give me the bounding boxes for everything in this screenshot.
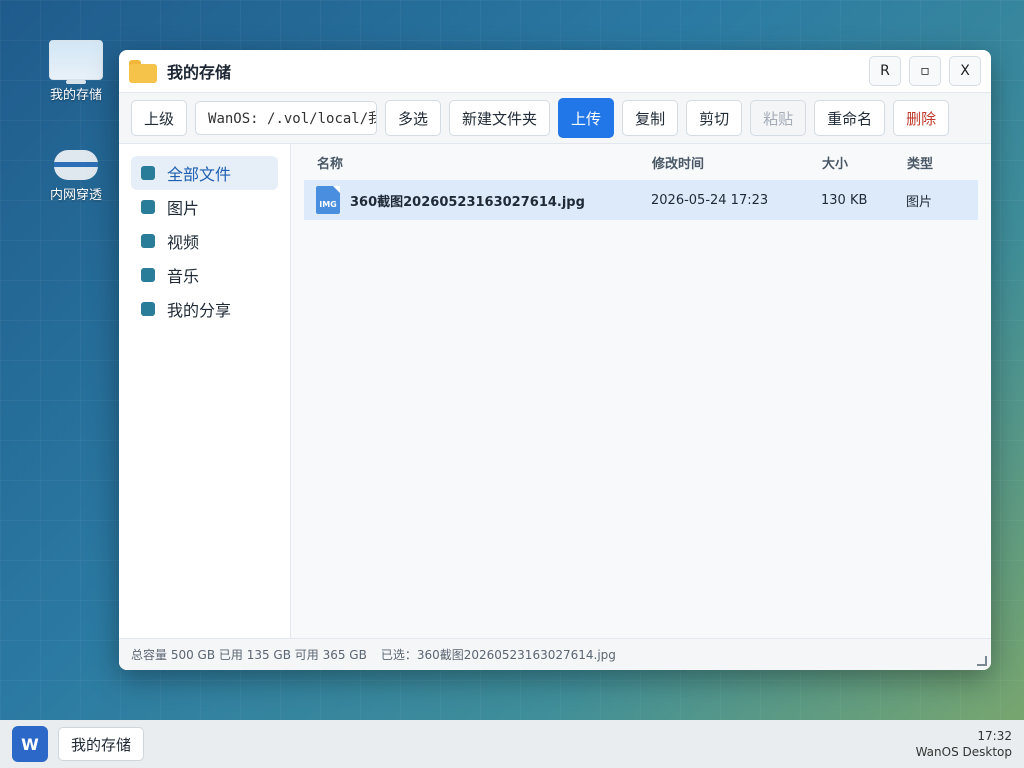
cut-button[interactable]: 剪切	[686, 100, 743, 136]
file-manager-window: 我的存储 R ▫ X 上级 WanOS: /.vol/local/我 多选 新建…	[119, 50, 991, 670]
refresh-button[interactable]: R	[869, 56, 901, 86]
multi-select-button[interactable]: 多选	[385, 100, 442, 136]
desktop-icon-my-storage[interactable]: 我的存储	[36, 40, 116, 103]
resize-handle-icon[interactable]	[977, 656, 987, 666]
file-name: 360截图20260523163027614.jpg	[350, 194, 585, 210]
table-header: 名称 修改时间 大小 类型	[291, 144, 991, 180]
file-size: 130 KB	[821, 192, 868, 208]
title-bar[interactable]: 我的存储 R ▫ X	[119, 50, 991, 93]
sidebar-item-music[interactable]: 音乐	[131, 258, 278, 292]
desktop-icon-label: 内网穿透	[49, 188, 102, 203]
path-input[interactable]: WanOS: /.vol/local/我	[195, 101, 378, 135]
file-list: 名称 修改时间 大小 类型 IMG 360截图20260523163027614…	[291, 144, 991, 670]
sidebar-item-label: 音乐	[167, 267, 200, 286]
sidebar-item-label: 全部文件	[167, 165, 232, 184]
file-modified-time: 2026-05-24 17:23	[651, 192, 769, 208]
close-button[interactable]: X	[949, 56, 981, 86]
taskbar: W 我的存储 17:32 WanOS Desktop	[0, 720, 1024, 768]
file-name-cell: IMG 360截图20260523163027614.jpg	[316, 186, 651, 214]
category-icon	[141, 200, 155, 214]
sidebar-item-pictures[interactable]: 图片	[131, 190, 278, 224]
taskbar-item-my-storage[interactable]: 我的存储	[58, 727, 145, 761]
category-icon	[141, 268, 155, 282]
desktop-icon-intranet-tunnel[interactable]: 内网穿透	[36, 144, 116, 203]
category-icon	[141, 234, 155, 248]
sidebar-item-label: 视频	[167, 233, 200, 252]
monitor-icon	[49, 40, 103, 84]
paste-button[interactable]: 粘贴	[750, 100, 807, 136]
start-button[interactable]: W	[12, 726, 48, 762]
rename-button[interactable]: 重命名	[814, 100, 886, 136]
column-header-size[interactable]: 大小	[822, 153, 907, 172]
category-icon	[141, 166, 155, 180]
column-header-time[interactable]: 修改时间	[652, 153, 822, 172]
copy-button[interactable]: 复制	[622, 100, 679, 136]
sidebar-item-videos[interactable]: 视频	[131, 224, 278, 258]
delete-button[interactable]: 删除	[893, 100, 950, 136]
folder-icon	[129, 60, 157, 83]
storage-capacity: 总容量 500 GB 已用 135 GB 可用 365 GB	[131, 648, 367, 662]
clock-time: 17:32	[977, 729, 1012, 743]
new-folder-button[interactable]: 新建文件夹	[449, 100, 551, 136]
sidebar: 全部文件 图片 视频 音乐 我的分享	[119, 144, 291, 670]
toolbar: 上级 WanOS: /.vol/local/我 多选 新建文件夹 上传 复制 剪…	[119, 93, 991, 144]
window-title: 我的存储	[167, 63, 232, 82]
sidebar-item-label: 我的分享	[167, 301, 232, 320]
column-header-name[interactable]: 名称	[305, 153, 652, 172]
sidebar-item-all-files[interactable]: 全部文件	[131, 156, 278, 190]
file-type: 图片	[906, 194, 933, 210]
system-clock: 17:32 WanOS Desktop	[916, 728, 1012, 760]
column-header-type[interactable]: 类型	[907, 153, 967, 172]
category-icon	[141, 302, 155, 316]
status-bar: 总容量 500 GB 已用 135 GB 可用 365 GB 已选：360截图2…	[119, 638, 991, 670]
selection-status: 已选：360截图20260523163027614.jpg	[380, 648, 616, 662]
drive-icon	[54, 150, 98, 180]
image-file-icon: IMG	[316, 186, 340, 214]
table-row[interactable]: IMG 360截图20260523163027614.jpg 2026-05-2…	[304, 180, 978, 220]
upload-button[interactable]: 上传	[558, 98, 615, 138]
sidebar-item-label: 图片	[167, 199, 200, 218]
desktop-icon-label: 我的存储	[49, 88, 102, 103]
sidebar-item-my-shares[interactable]: 我的分享	[131, 292, 278, 326]
maximize-button[interactable]: ▫	[909, 56, 941, 86]
desktop-name: WanOS Desktop	[915, 745, 1012, 759]
up-button[interactable]: 上级	[131, 100, 188, 136]
